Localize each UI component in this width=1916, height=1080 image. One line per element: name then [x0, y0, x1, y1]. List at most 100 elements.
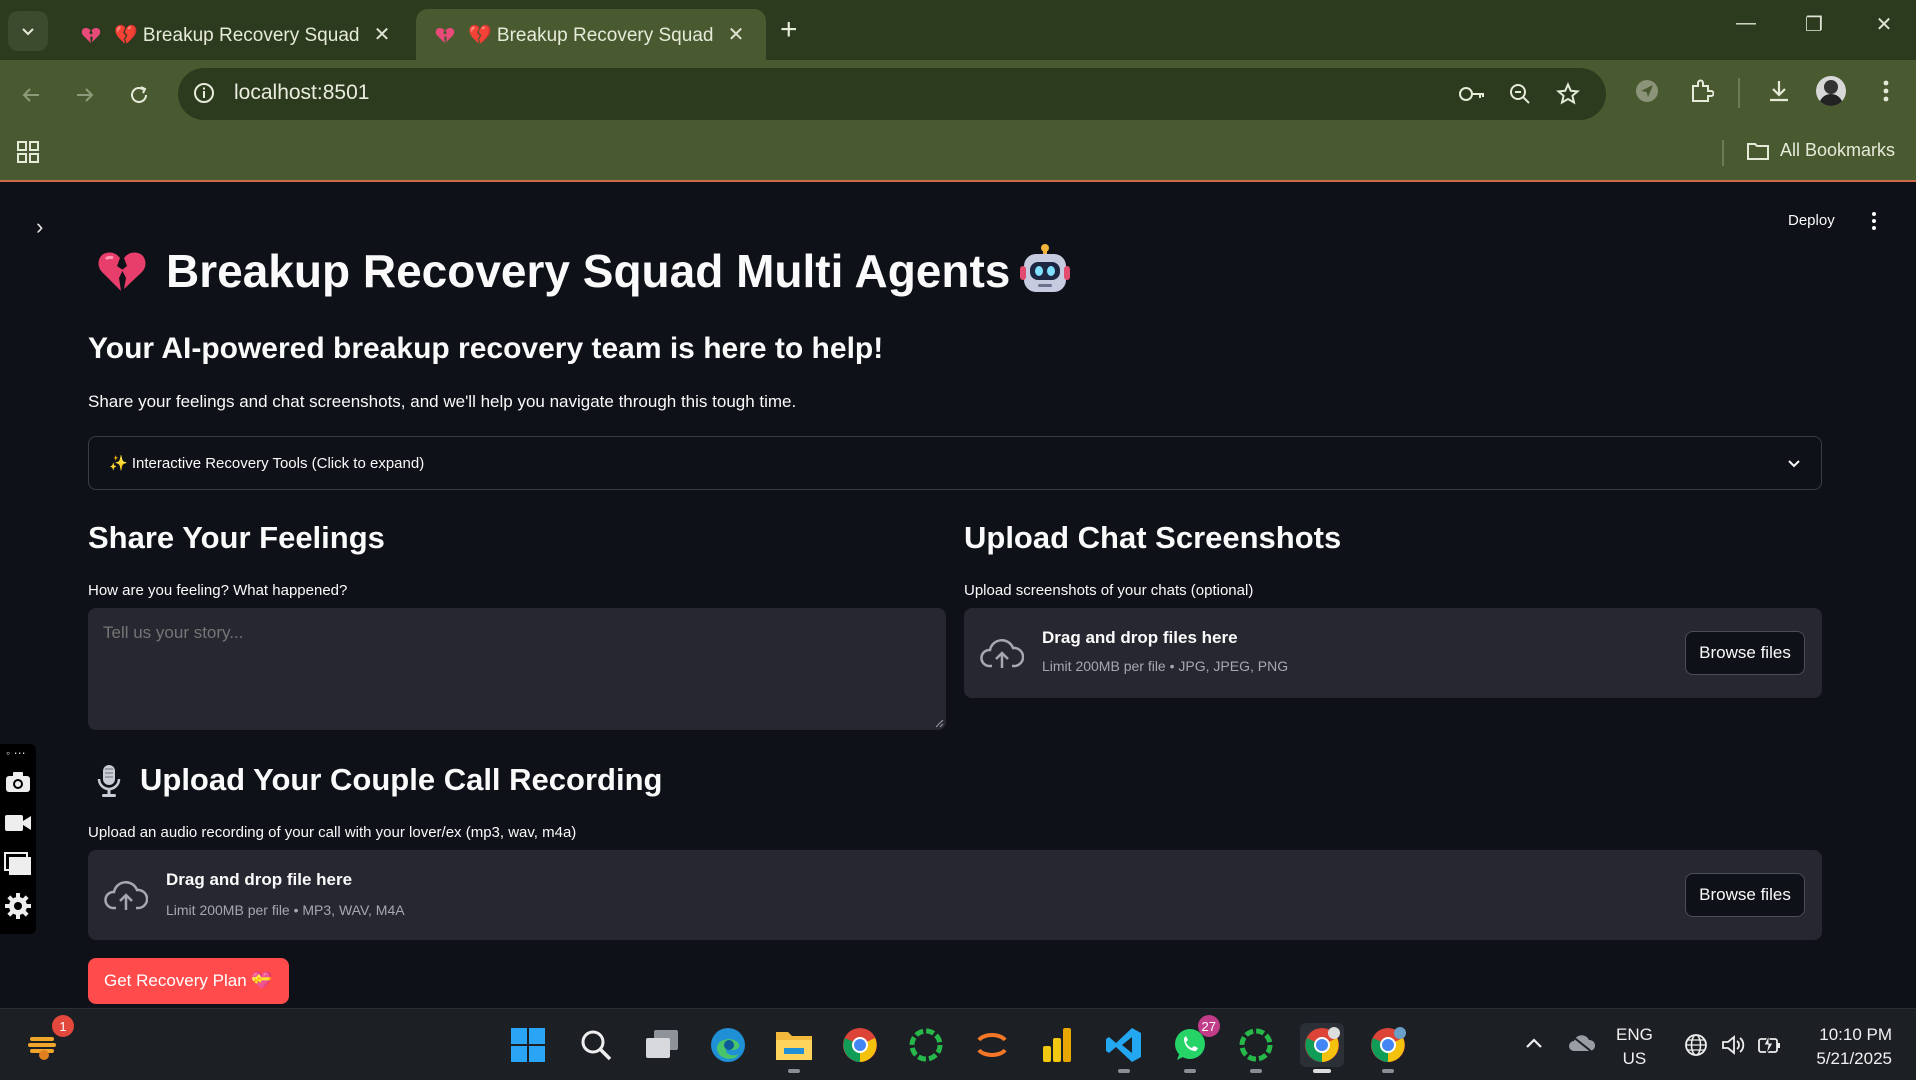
chrome-profile-icon[interactable] [1366, 1023, 1410, 1073]
extensions-puzzle-icon[interactable] [1688, 78, 1714, 104]
search-icon[interactable] [574, 1023, 618, 1067]
browse-files-button[interactable]: Browse files [1685, 631, 1805, 675]
apps-grid-icon[interactable] [16, 140, 40, 164]
forward-arrow-icon[interactable] [68, 78, 102, 112]
toolbar-divider [1738, 78, 1740, 108]
volume-speaker-icon[interactable] [1720, 1033, 1746, 1057]
active-indicator [1313, 1069, 1331, 1073]
recording-heading: Upload Your Couple Call Recording [96, 762, 662, 798]
file-explorer-icon[interactable] [772, 1023, 816, 1073]
address-bar[interactable]: localhost:8501 [178, 68, 1606, 120]
settings-gear-icon[interactable] [4, 892, 32, 920]
resize-handle-icon[interactable] [934, 718, 944, 728]
browse-files-button[interactable]: Browse files [1685, 873, 1805, 917]
all-bookmarks-button[interactable]: All Bookmarks [1746, 140, 1895, 161]
video-camera-icon[interactable] [4, 812, 32, 834]
language-indicator[interactable]: ENG US [1616, 1023, 1653, 1071]
cloud-upload-icon [980, 639, 1024, 668]
running-indicator [1382, 1069, 1394, 1073]
back-arrow-icon[interactable] [14, 78, 48, 112]
reload-icon[interactable] [122, 78, 156, 112]
battery-charging-icon[interactable] [1756, 1033, 1782, 1057]
feelings-heading: Share Your Feelings [88, 520, 385, 555]
tab-title: 💔 Breakup Recovery Squad [468, 24, 714, 46]
clock-date: 5/21/2025 [1816, 1049, 1892, 1068]
password-key-icon[interactable] [1458, 82, 1486, 106]
dropzone-title: Drag and drop files here [1042, 628, 1238, 647]
minimize-icon[interactable]: — [1726, 12, 1766, 35]
screenshots-label: Upload screenshots of your chats (option… [964, 582, 1254, 599]
interactive-tools-expander[interactable]: ✨ Interactive Recovery Tools (Click to e… [88, 436, 1822, 490]
page-title: Breakup Recovery Squad Multi Agents [96, 244, 1072, 298]
page-title-text: Breakup Recovery Squad Multi Agents [166, 245, 1011, 297]
deploy-button[interactable]: Deploy [1788, 212, 1835, 229]
widgets-badge: 1 [52, 1015, 74, 1037]
chrome-icon[interactable] [838, 1023, 882, 1067]
dropzone-title: Drag and drop file here [166, 870, 353, 889]
streamlit-app: › Deploy Breakup Recovery Squad Multi Ag… [0, 184, 1916, 1008]
browser-tab-active[interactable]: 💔 Breakup Recovery Squad ✕ [416, 9, 766, 60]
browser-toolbar: localhost:8501 [0, 60, 1916, 128]
new-tab-plus-icon[interactable]: + [780, 15, 798, 45]
vscode-icon[interactable] [1102, 1023, 1146, 1073]
edge-browser-icon[interactable] [706, 1023, 750, 1067]
camera-icon[interactable] [4, 770, 32, 794]
screenshots-dropzone[interactable]: Drag and drop files here Limit 200MB per… [964, 608, 1822, 698]
chrome-profile-active-icon[interactable] [1300, 1023, 1344, 1073]
whatsapp-badge: 27 [1197, 1015, 1220, 1037]
task-view-icon[interactable] [640, 1023, 684, 1067]
bookmarks-bar: All Bookmarks [0, 128, 1916, 182]
windows-icon[interactable] [4, 852, 32, 876]
green-ring-app-icon-2[interactable] [1234, 1023, 1278, 1073]
widgets-icon[interactable]: 1 [22, 1015, 74, 1067]
whatsapp-icon[interactable]: 27 [1168, 1015, 1220, 1073]
green-ring-app-icon[interactable] [904, 1023, 948, 1067]
profile-avatar[interactable] [1816, 76, 1846, 106]
windows-taskbar: 1 27 ENG US 10:10 PM 5/21/2025 [0, 1008, 1916, 1080]
close-icon[interactable]: ✕ [370, 22, 394, 47]
feelings-textarea[interactable] [88, 608, 946, 730]
zoom-icon[interactable] [1508, 82, 1532, 106]
show-hidden-icons-chevron-up-icon[interactable] [1524, 1035, 1544, 1051]
get-recovery-plan-button[interactable]: Get Recovery Plan 💝 [88, 958, 289, 1004]
page-subtitle: Your AI-powered breakup recovery team is… [88, 332, 884, 365]
language-code: ENG [1616, 1025, 1653, 1044]
system-clock[interactable]: 10:10 PM 5/21/2025 [1802, 1023, 1892, 1071]
microphone-icon [97, 765, 121, 797]
tab-search-button[interactable] [8, 11, 48, 51]
power-bi-icon[interactable] [1036, 1023, 1080, 1067]
browser-tab[interactable]: 💔 Breakup Recovery Squad ✕ [62, 9, 412, 60]
chevron-down-icon [1788, 460, 1800, 468]
recording-heading-text: Upload Your Couple Call Recording [140, 762, 663, 797]
folder-icon [1747, 142, 1769, 160]
dropzone-limit: Limit 200MB per file • JPG, JPEG, PNG [1042, 658, 1289, 674]
site-info-icon[interactable] [192, 81, 216, 105]
broken-heart-favicon-icon [435, 27, 455, 43]
restore-icon[interactable]: ❐ [1794, 12, 1834, 37]
network-globe-icon[interactable] [1684, 1033, 1708, 1057]
chevron-right-icon[interactable]: › [36, 214, 43, 240]
clock-time: 10:10 PM [1819, 1025, 1892, 1044]
close-icon[interactable]: ✕ [724, 22, 748, 47]
window-close-icon[interactable]: ✕ [1864, 12, 1904, 37]
screen-recorder-toolbar: ◦ ⋯ [0, 744, 36, 934]
bookmarks-divider [1722, 140, 1724, 166]
browser-tab-strip: 💔 Breakup Recovery Squad ✕ 💔 Breakup Rec… [0, 0, 1916, 60]
navigation-extension-icon[interactable] [1634, 78, 1660, 104]
app-menu-icon[interactable] [1868, 210, 1880, 232]
cloud-upload-icon [104, 881, 148, 910]
recording-dropzone[interactable]: Drag and drop file here Limit 200MB per … [88, 850, 1822, 940]
running-indicator [788, 1069, 800, 1073]
browser-menu-icon[interactable] [1876, 78, 1896, 104]
download-icon[interactable] [1766, 78, 1792, 104]
chevron-down-icon [22, 28, 34, 36]
bookmark-star-icon[interactable] [1556, 82, 1580, 106]
onedrive-cloud-icon[interactable] [1568, 1033, 1596, 1053]
broken-heart-favicon-icon [81, 27, 101, 43]
url-text[interactable]: localhost:8501 [234, 81, 369, 105]
more-dots-icon[interactable]: ◦ ⋯ [6, 746, 26, 760]
jupyter-icon[interactable] [970, 1023, 1014, 1067]
broken-heart-icon [98, 252, 146, 291]
start-button-windows-icon[interactable] [506, 1023, 550, 1067]
running-indicator [1250, 1069, 1262, 1073]
